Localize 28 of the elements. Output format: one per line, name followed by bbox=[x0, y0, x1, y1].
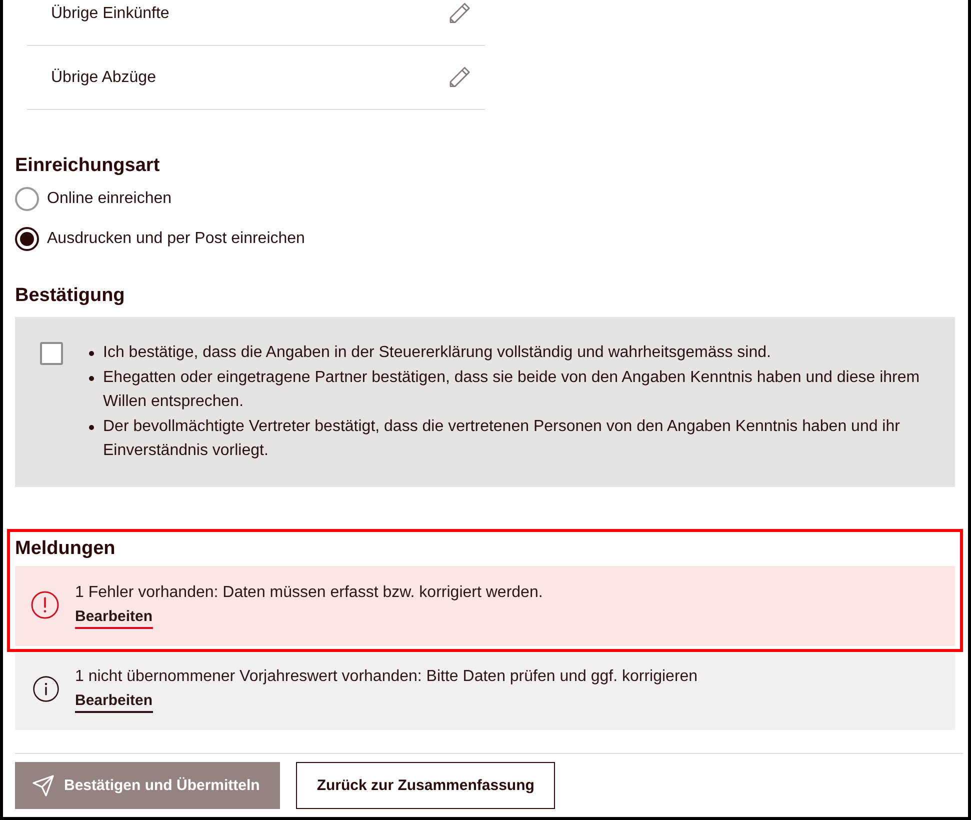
checkbox[interactable] bbox=[40, 342, 63, 365]
info-icon bbox=[33, 676, 59, 702]
edit-link[interactable]: Bearbeiten bbox=[75, 691, 153, 713]
statement-text: Ich bestätige, dass die Angaben in der Steuererklärung vollständig und wahrheitsgemäss sind. bbox=[103, 343, 771, 363]
section-heading: Meldungen bbox=[15, 537, 116, 561]
row-label: Übrige Einkünfte bbox=[51, 4, 170, 22]
pencil-icon bbox=[449, 2, 471, 24]
radio-button[interactable] bbox=[15, 227, 39, 251]
message-text: 1 Fehler vorhanden: Daten müssen erfasst bzw. korrigiert werden. bbox=[75, 583, 543, 603]
bullet-icon bbox=[89, 425, 94, 430]
section-heading: Bestätigung bbox=[15, 284, 126, 308]
paper-plane-icon bbox=[32, 774, 54, 796]
bullet-icon bbox=[89, 351, 94, 356]
statement-text: Der bevollmächtigte Vertreter bestätigt, dass die vertretenen Personen von den Angaben Kenntnis haben und ihr Einverständnis vorliegt. bbox=[103, 417, 901, 461]
section-heading: Einreichungsart bbox=[15, 154, 161, 178]
statement-text: Ehegatten oder eingetragene Partner bestätigen, dass sie beide von den Angaben Kenntnis haben und diese ihrem Willen entsprechen. bbox=[103, 368, 921, 412]
bullet-icon bbox=[89, 376, 94, 381]
message-text: 1 nicht übernommener Vorjahreswert vorhanden: Bitte Daten prüfen und ggf. korrigieren bbox=[75, 667, 698, 687]
back-button[interactable]: Zurück zur Zusammenfassung bbox=[296, 762, 556, 809]
alert-icon bbox=[31, 591, 59, 619]
radio-button[interactable] bbox=[15, 187, 39, 211]
row-label: Übrige Abzüge bbox=[51, 68, 156, 86]
option-label[interactable]: Ausdrucken und per Post einreichen bbox=[47, 230, 305, 248]
edit-link[interactable]: Bearbeiten bbox=[75, 607, 153, 629]
edit-button[interactable] bbox=[449, 66, 471, 88]
edit-button[interactable] bbox=[449, 2, 471, 24]
pencil-icon bbox=[449, 66, 471, 88]
option-label[interactable]: Online einreichen bbox=[47, 190, 172, 208]
